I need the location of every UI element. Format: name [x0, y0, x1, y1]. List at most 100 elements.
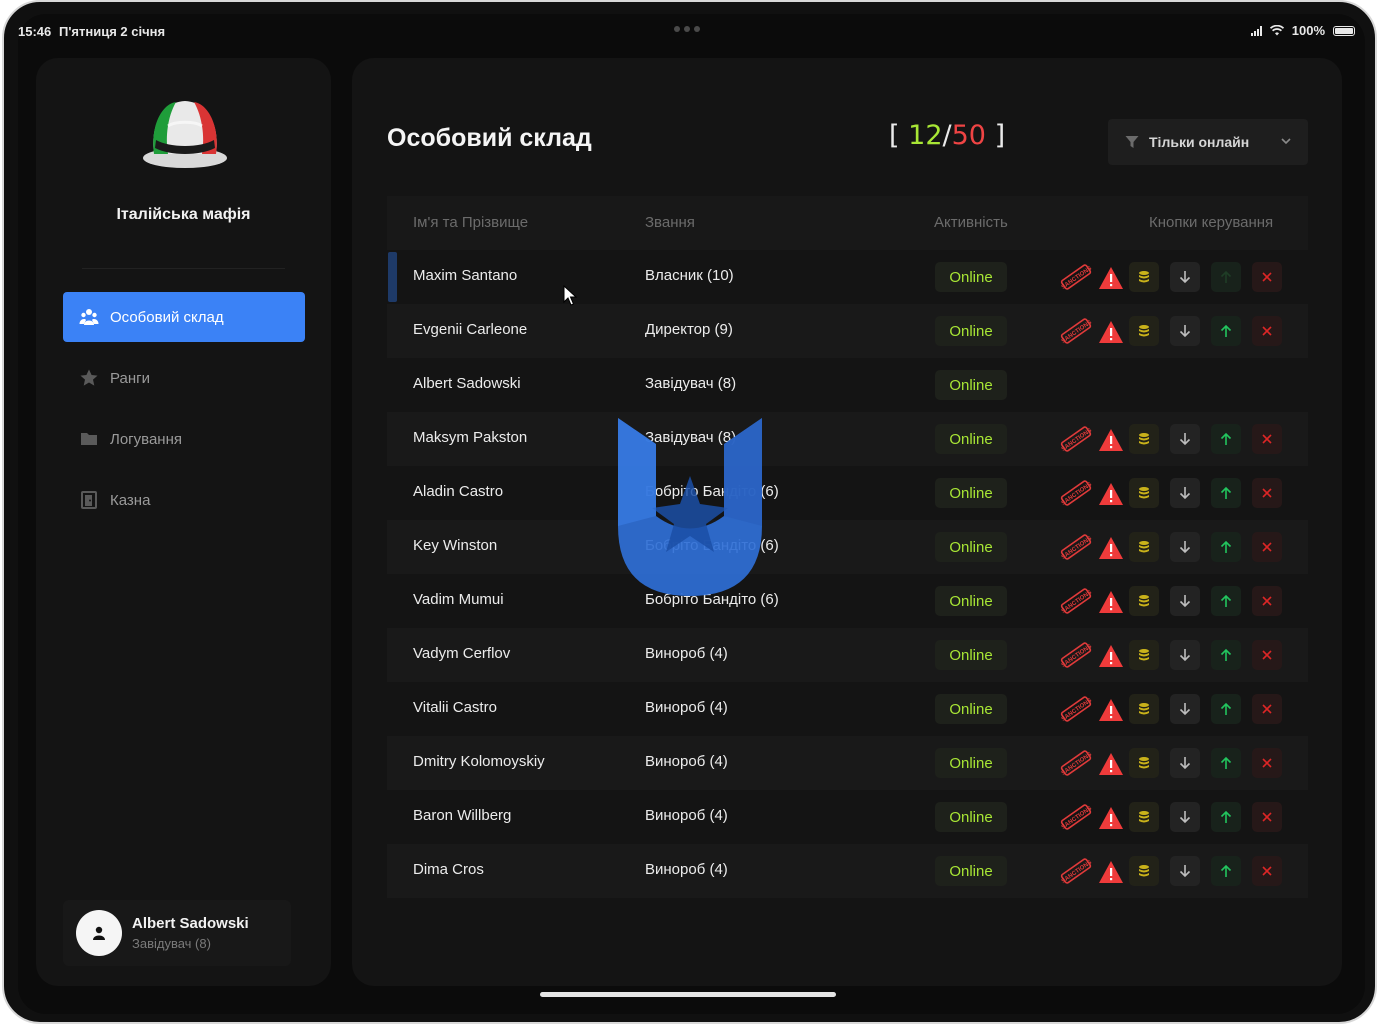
- multitask-dots[interactable]: [674, 26, 700, 32]
- money-button[interactable]: [1129, 262, 1159, 292]
- table-row[interactable]: Maksym Pakston Завідувач (8) Online SANCTI…: [387, 412, 1308, 466]
- sanctions-stamp-icon[interactable]: SANCTIONS: [1060, 854, 1092, 888]
- current-user-rank: Завідувач (8): [132, 936, 211, 951]
- remove-button[interactable]: [1252, 640, 1282, 670]
- sanctions-stamp-icon[interactable]: SANCTIONS: [1060, 476, 1092, 510]
- remove-button[interactable]: [1252, 532, 1282, 562]
- activity-badge: Online: [935, 532, 1007, 562]
- remove-button[interactable]: [1252, 586, 1282, 616]
- sanctions-stamp-icon[interactable]: SANCTIONS: [1060, 692, 1092, 726]
- demote-button[interactable]: [1170, 424, 1200, 454]
- warning-icon[interactable]: [1096, 749, 1126, 779]
- table-row[interactable]: Dima Cros Винороб (4) Online SANCTIONS: [387, 844, 1308, 898]
- money-button[interactable]: [1129, 532, 1159, 562]
- demote-button[interactable]: [1170, 640, 1200, 670]
- demote-button[interactable]: [1170, 532, 1200, 562]
- table-row[interactable]: Dmitry Kolomoyskiy Винороб (4) Online SANC…: [387, 736, 1308, 790]
- money-button[interactable]: [1129, 748, 1159, 778]
- warning-icon[interactable]: [1096, 425, 1126, 455]
- promote-button[interactable]: [1211, 748, 1241, 778]
- warning-icon[interactable]: [1096, 641, 1126, 671]
- sanctions-stamp-icon[interactable]: SANCTIONS: [1060, 422, 1092, 456]
- table-row[interactable]: Albert Sadowski Завідувач (8) Online: [387, 358, 1308, 412]
- member-name: Albert Sadowski: [413, 375, 521, 392]
- promote-button[interactable]: [1211, 640, 1241, 670]
- demote-button[interactable]: [1170, 478, 1200, 508]
- money-button[interactable]: [1129, 316, 1159, 346]
- money-button[interactable]: [1129, 802, 1159, 832]
- warning-icon[interactable]: [1096, 533, 1126, 563]
- remove-button[interactable]: [1252, 316, 1282, 346]
- warning-icon[interactable]: [1096, 803, 1126, 833]
- sidebar-nav: Особовий склад Ранги Логування Казна: [63, 292, 305, 536]
- activity-badge: Online: [935, 694, 1007, 724]
- sidebar-item-treasury[interactable]: Казна: [63, 475, 305, 525]
- sidebar-item-label: Особовий склад: [110, 308, 224, 326]
- battery-icon: [1333, 25, 1355, 36]
- remove-button[interactable]: [1252, 856, 1282, 886]
- table-row[interactable]: Vitalii Castro Винороб (4) Online SANCTION…: [387, 682, 1308, 736]
- warning-icon[interactable]: [1096, 695, 1126, 725]
- demote-button[interactable]: [1170, 856, 1200, 886]
- promote-button[interactable]: [1211, 856, 1241, 886]
- sanctions-stamp-icon[interactable]: SANCTIONS: [1060, 584, 1092, 618]
- sanctions-stamp-icon[interactable]: SANCTIONS: [1060, 638, 1092, 672]
- filter-icon: [1125, 136, 1139, 148]
- remove-button[interactable]: [1252, 802, 1282, 832]
- sanctions-stamp-icon[interactable]: SANCTIONS: [1060, 260, 1092, 294]
- remove-button[interactable]: [1252, 694, 1282, 724]
- remove-button[interactable]: [1252, 748, 1282, 778]
- current-user-card[interactable]: Albert Sadowski Завідувач (8): [63, 900, 291, 966]
- sidebar-item-ranks[interactable]: Ранги: [63, 353, 305, 403]
- table-row[interactable]: Baron Willberg Винороб (4) Online SANCTION…: [387, 790, 1308, 844]
- promote-button[interactable]: [1211, 316, 1241, 346]
- table-row[interactable]: Key WinstonБобріто Бандіто (6)Online SAN…: [387, 520, 1308, 574]
- table-header: Ім'я та Прізвище Звання Активність Кнопк…: [387, 196, 1308, 250]
- sidebar-item-logs[interactable]: Логування: [63, 414, 305, 464]
- warning-icon[interactable]: [1096, 479, 1126, 509]
- demote-button[interactable]: [1170, 262, 1200, 292]
- column-header-activity: Активність: [934, 214, 1008, 231]
- table-row[interactable]: Maxim Santano Власник (10) Online SANCTION…: [387, 250, 1308, 304]
- promote-button[interactable]: [1211, 262, 1241, 292]
- table-row[interactable]: Aladin Castro Бобріто Бандіто (6) Online S…: [387, 466, 1308, 520]
- sanctions-stamp-icon[interactable]: SANCTIONS: [1060, 800, 1092, 834]
- warning-icon[interactable]: [1096, 857, 1126, 887]
- remove-button[interactable]: [1252, 262, 1282, 292]
- warning-icon[interactable]: [1096, 587, 1126, 617]
- money-button[interactable]: [1129, 424, 1159, 454]
- money-button[interactable]: [1129, 694, 1159, 724]
- demote-button[interactable]: [1170, 748, 1200, 778]
- filter-dropdown[interactable]: Тільки онлайн: [1108, 119, 1308, 165]
- demote-button[interactable]: [1170, 694, 1200, 724]
- table-row[interactable]: Vadym Cerflov Винороб (4) Online SANCTIONS: [387, 628, 1308, 682]
- demote-button[interactable]: [1170, 316, 1200, 346]
- remove-button[interactable]: [1252, 478, 1282, 508]
- money-button[interactable]: [1129, 586, 1159, 616]
- demote-button[interactable]: [1170, 586, 1200, 616]
- promote-button[interactable]: [1211, 424, 1241, 454]
- sidebar-item-personnel[interactable]: Особовий склад: [63, 292, 305, 342]
- promote-button[interactable]: [1211, 586, 1241, 616]
- promote-button[interactable]: [1211, 802, 1241, 832]
- promote-button[interactable]: [1211, 532, 1241, 562]
- mouse-pointer-icon: [563, 285, 578, 306]
- max-count: 50: [951, 120, 986, 151]
- row-controls: SANCTIONS: [1060, 854, 1286, 888]
- money-button[interactable]: [1129, 856, 1159, 886]
- sanctions-stamp-icon[interactable]: SANCTIONS: [1060, 530, 1092, 564]
- warning-icon[interactable]: [1096, 263, 1126, 293]
- promote-button[interactable]: [1211, 694, 1241, 724]
- remove-button[interactable]: [1252, 424, 1282, 454]
- warning-icon[interactable]: [1096, 317, 1126, 347]
- demote-button[interactable]: [1170, 802, 1200, 832]
- table-row[interactable]: Vadim Mumui Бобріто Бандіто (6) Online SAN…: [387, 574, 1308, 628]
- sanctions-stamp-icon[interactable]: SANCTIONS: [1060, 746, 1092, 780]
- table-row[interactable]: Evgenii Carleone Директор (9) Online SANCT…: [387, 304, 1308, 358]
- money-button[interactable]: [1129, 640, 1159, 670]
- sanctions-stamp-icon[interactable]: SANCTIONS: [1060, 314, 1092, 348]
- home-indicator[interactable]: [540, 992, 836, 997]
- promote-button[interactable]: [1211, 478, 1241, 508]
- money-button[interactable]: [1129, 478, 1159, 508]
- member-name: Dmitry Kolomoyskiy: [413, 753, 545, 770]
